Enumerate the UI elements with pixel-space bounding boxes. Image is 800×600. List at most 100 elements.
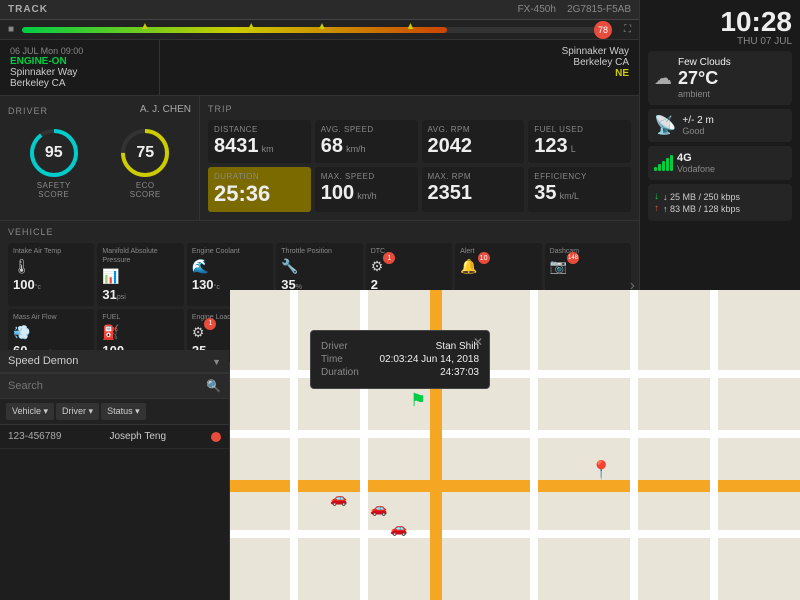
map-road-v6 [710, 290, 718, 600]
trip-max-rpm-value: 2351 [428, 182, 473, 204]
dashcam-icon: 📷 [550, 258, 567, 275]
right-panel: 10:28 THU 07 JUL ☁ Few Clouds 27°C ambie… [640, 0, 800, 290]
route-progress-fill [22, 27, 447, 33]
tooltip-time-value: 02:03:24 Jun 14, 2018 [379, 354, 479, 365]
list-item-id: 123-456789 [8, 431, 104, 442]
trip-efficiency-unit: km/L [560, 191, 580, 201]
trip-max-speed-value: 100 [321, 182, 354, 204]
trip-max-speed-label: MAX. SPEED [321, 172, 412, 181]
track-info: FX-450h 2G7815-F5AB [518, 4, 631, 15]
trip-avg-rpm-card: AVG. RPM 2042 [422, 120, 525, 163]
trip-avg-speed-unit: km/h [346, 144, 366, 154]
tooltip-driver-label: Driver [321, 341, 348, 352]
list-item-status-dot [211, 432, 221, 442]
trip-fuel-value: 123 [534, 135, 567, 157]
download-stats: ↓ 25 MB / 250 kbps [663, 192, 740, 202]
vehicle-filter-button[interactable]: Vehicle ▾ [6, 403, 54, 420]
eco-score-value: 75 [136, 144, 154, 162]
route-map-icon: ⛶ [624, 24, 631, 35]
weather-temp-label: ambient [678, 89, 786, 99]
dtc-icon: ⚙ [371, 258, 384, 275]
tooltip-duration-value: 24:37:03 [440, 367, 479, 378]
data-transfer-widget: ↓ ↓ 25 MB / 250 kbps ↑ ↑ 83 MB / 128 kbp… [648, 184, 792, 221]
destination-info: Spinnaker Way Berkeley CA NE [160, 40, 639, 95]
trip-fuel-unit: L [571, 144, 576, 154]
driver-filter-label: Driver ▾ [62, 406, 93, 417]
map-tooltip: ✕ Driver Stan Shih Time 02:03:24 Jun 14,… [310, 330, 490, 389]
route-progress: ▲ ▲ ▲ ▲ 78 [22, 27, 612, 33]
list-item-name: Joseph Teng [110, 431, 206, 442]
weather-icon: ☁ [654, 68, 672, 89]
signal-bars [654, 155, 673, 171]
clock-time: 10:28 [648, 8, 792, 36]
trip-efficiency-value: 35 [534, 182, 556, 204]
clock: 10:28 THU 07 JUL [648, 8, 792, 47]
trip-section-label: TRIP [208, 104, 631, 114]
weather-condition: Few Clouds [678, 57, 786, 68]
search-icon: 🔍 [206, 379, 221, 393]
trip-distance-value: 8431 [214, 135, 259, 157]
tooltip-time-label: Time [321, 354, 343, 365]
scores: 95 SAFETYSCORE 75 ECOSCORE [8, 127, 191, 199]
map-vehicle-icon-3: 🚗 [370, 500, 387, 517]
route-icon-1: ▲ [140, 21, 150, 32]
group-dropdown[interactable]: Speed Demon [0, 350, 229, 373]
location-date: 06 JUL Mon 09:00 [10, 46, 149, 56]
route-bar: ■ ▲ ▲ ▲ ▲ 78 ⛶ [0, 20, 639, 40]
trip-distance-card: DISTANCE 8431 km [208, 120, 311, 163]
route-marker: 78 [594, 21, 612, 39]
search-input[interactable] [8, 380, 206, 392]
driver-section-label: DRIVER [8, 106, 48, 116]
intake-air-icon: 🌡 [13, 258, 89, 275]
weather-widget: ☁ Few Clouds 27°C ambient [648, 51, 792, 105]
v-intake-air: Intake Air Temp 🌡 100°c [8, 243, 94, 305]
driver-filter-button[interactable]: Driver ▾ [56, 403, 99, 420]
map-road-v5 [630, 290, 638, 600]
trip-efficiency-label: EFFICIENCY [534, 172, 625, 181]
gps-accuracy: +/- 2 m [682, 115, 786, 126]
driver-trip-section: DRIVER A. J. CHEN 95 SAFETYSCORE [0, 96, 639, 221]
track-device: FX-450h [518, 4, 556, 15]
driver-panel: DRIVER A. J. CHEN 95 SAFETYSCORE [0, 96, 200, 220]
alert-icon: 🔔 [460, 258, 477, 275]
trip-duration-value: 25:36 [214, 181, 270, 206]
list-item[interactable]: 123-456789 Joseph Teng [0, 425, 229, 449]
map-vehicle-icon-2: 🚗 [390, 520, 407, 537]
tooltip-duration-label: Duration [321, 367, 359, 378]
group-dropdown-wrapper[interactable]: Speed Demon [0, 350, 229, 374]
signal-widget: 4G Vodafone [648, 146, 792, 180]
location-info: 06 JUL Mon 09:00 ENGINE-ON Spinnaker Way… [0, 40, 160, 95]
gps-label: Good [682, 126, 786, 136]
map-road-v4 [530, 290, 538, 600]
trip-avg-speed-value: 68 [321, 135, 343, 157]
filter-row: Vehicle ▾ Driver ▾ Status ▾ [0, 399, 229, 425]
status-filter-button[interactable]: Status ▾ [101, 403, 146, 420]
trip-grid: DISTANCE 8431 km AVG. SPEED 68 km/h AVG.… [208, 120, 631, 212]
status-filter-label: Status ▾ [107, 406, 140, 417]
trip-distance-unit: km [262, 144, 274, 154]
map-vehicle-icon-1: 🚗 [330, 490, 347, 507]
map-location-pin: 📍 [590, 460, 612, 481]
tooltip-close-button[interactable]: ✕ [473, 335, 483, 349]
trip-max-speed-unit: km/h [357, 191, 377, 201]
safety-score-value: 95 [45, 144, 63, 162]
trip-fuel-label: FUEL USED [534, 125, 625, 134]
location-street: Spinnaker Way [10, 67, 149, 78]
throttle-icon: 🔧 [281, 258, 357, 275]
track-id: 2G7815-F5AB [567, 4, 631, 15]
search-wrapper[interactable]: 🔍 [0, 374, 229, 399]
trip-efficiency-card: EFFICIENCY 35 km/L [528, 167, 631, 212]
vehicle-filter-label: Vehicle ▾ [12, 406, 48, 417]
vehicle-section-label: VEHICLE [8, 227, 631, 237]
engine-load-icon: ⚙ [192, 324, 205, 341]
map-panel: ⚑ 📍 ✕ Driver Stan Shih Time 02:03:24 Jun… [230, 290, 800, 600]
gps-widget: 📡 +/- 2 m Good [648, 109, 792, 142]
trip-fuel-card: FUEL USED 123 L [528, 120, 631, 163]
trip-avg-rpm-label: AVG. RPM [428, 125, 519, 134]
route-icon-3: ▲ [317, 21, 327, 32]
clock-date: THU 07 JUL [648, 36, 792, 47]
maf-icon: 💨 [13, 324, 89, 341]
eco-score-label: ECOSCORE [130, 181, 161, 199]
track-title: TRACK [8, 4, 48, 15]
trip-duration-card: DURATION 25:36 [208, 167, 311, 212]
